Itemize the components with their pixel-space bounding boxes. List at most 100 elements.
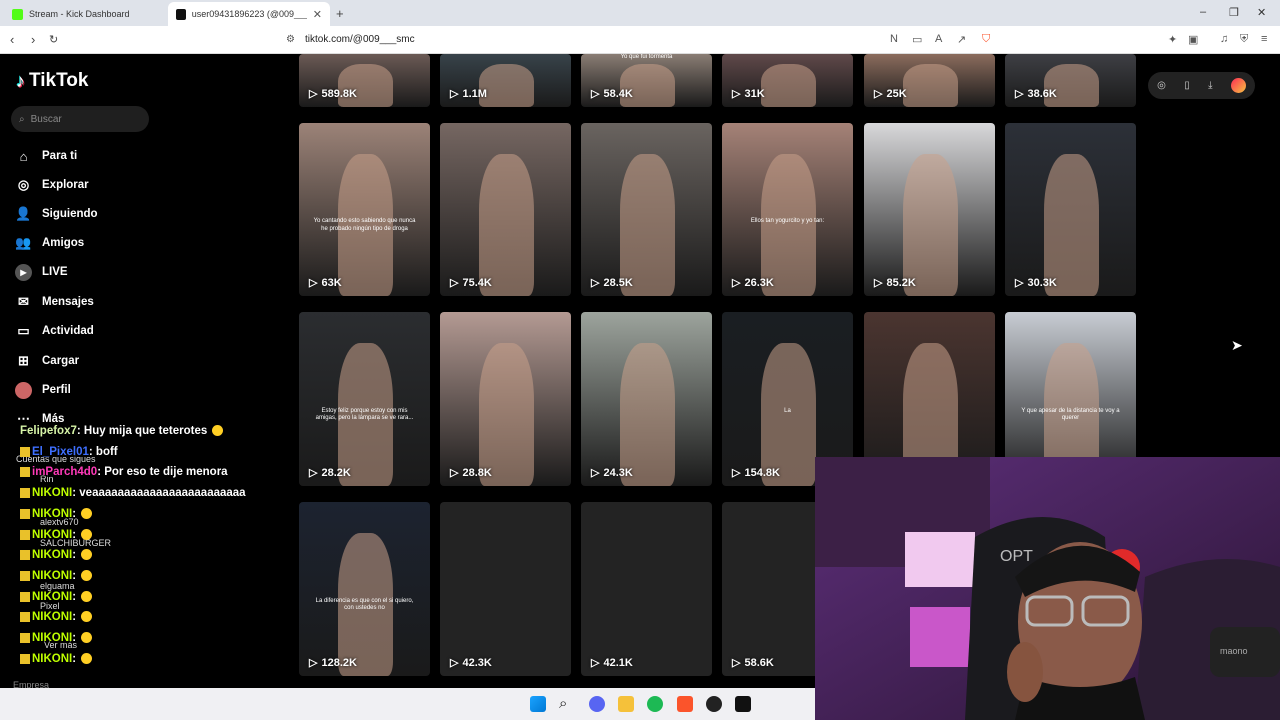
chat-username[interactable]: NIKONI <box>32 653 72 665</box>
nav-item-home[interactable]: ⌂ Para ti <box>15 145 78 167</box>
view-count-text: 26.3K <box>744 276 774 289</box>
chat-message: NIKONI: <box>20 508 93 520</box>
translate-icon[interactable]: A <box>935 33 942 45</box>
emote-icon <box>81 611 93 623</box>
chat-username[interactable]: NIKONI <box>32 570 72 582</box>
share-icon[interactable]: ↗ <box>957 33 966 46</box>
video-thumbnail[interactable]: ▷ 31K <box>722 54 853 107</box>
video-thumbnail[interactable]: ▷ 28.8K <box>440 312 571 486</box>
discord-icon[interactable] <box>589 696 605 712</box>
nav-item-messages[interactable]: ✉ Mensajes <box>15 291 94 313</box>
tiktok-logo[interactable]: ♪ TikTok <box>16 70 88 92</box>
chat-username[interactable]: imParch4d0 <box>32 466 97 478</box>
menu-icon[interactable]: ≡ <box>1261 33 1267 45</box>
media-icon[interactable]: ♫ <box>1220 33 1228 45</box>
play-icon: ▷ <box>450 88 459 100</box>
minimize-button[interactable]: – <box>1200 6 1206 18</box>
tab-title: user09431896223 (@009___smc <box>191 9 307 19</box>
nav-item-avatar[interactable]: ● Perfil <box>15 379 71 401</box>
play-icon: ▷ <box>732 88 741 100</box>
view-count-text: 28.8K <box>462 466 492 479</box>
extensions-icon[interactable]: ✦ <box>1168 33 1177 46</box>
video-thumbnail[interactable]: ▷ 25K <box>864 54 995 107</box>
thumbnail-figure <box>338 63 394 107</box>
reload-icon[interactable]: ↻ <box>49 33 58 46</box>
nav-item-activity[interactable]: ▭ Actividad <box>15 320 93 342</box>
thumbnail-figure <box>620 343 676 486</box>
chat-message: NIKONI: <box>20 611 93 623</box>
tab-tiktok-profile[interactable]: user09431896223 (@009___smc ✕ <box>168 2 330 26</box>
chat-username[interactable]: NIKONI <box>32 591 72 603</box>
search-input[interactable]: ⌕ Buscar <box>11 106 149 132</box>
video-thumbnail[interactable]: ▷ 75.4K <box>440 123 571 296</box>
site-info-icon[interactable]: ⚙ <box>286 34 295 45</box>
close-tab-icon[interactable]: ✕ <box>313 8 322 21</box>
video-thumbnail[interactable]: ▷ 42.1K <box>581 502 712 676</box>
nav-label: Amigos <box>42 237 85 249</box>
sidebar-toggle-icon[interactable]: ▣ <box>1188 33 1198 46</box>
chat-username[interactable]: Felipefox7 <box>20 425 77 437</box>
close-window-button[interactable]: ✕ <box>1257 6 1266 19</box>
obs-icon[interactable] <box>706 696 722 712</box>
video-thumbnail[interactable]: Estoy feliz porque estoy con mis amigas,… <box>299 312 430 486</box>
reader-icon[interactable]: Ν <box>890 33 898 45</box>
home-icon: ⌂ <box>19 148 28 164</box>
video-thumbnail[interactable]: Ellos tan yogurcito y yo tan: ▷ 26.3K <box>722 123 853 296</box>
chat-text: : Huy mija que teterotes <box>76 425 208 437</box>
video-thumbnail[interactable]: ▷ 30.3K <box>1005 123 1136 296</box>
spotify-icon[interactable] <box>647 696 663 712</box>
nav-item-friends[interactable]: 👥 Amigos <box>15 232 84 254</box>
video-thumbnail[interactable]: La diferencia es que con el si quiero, c… <box>299 502 430 676</box>
tab-kick-dashboard[interactable]: Stream - Kick Dashboard <box>4 2 166 26</box>
webcam-feed: OPT maono <box>815 457 1280 720</box>
play-icon: ▷ <box>874 277 883 289</box>
tab-title: Stream - Kick Dashboard <box>29 9 130 19</box>
start-menu-icon[interactable] <box>530 696 546 712</box>
vpn-icon[interactable]: ⛨ <box>1240 33 1248 46</box>
following-account[interactable]: elguama <box>40 581 75 591</box>
view-count-text: 128.2K <box>321 656 357 669</box>
brave-browser-icon[interactable] <box>677 696 693 712</box>
cast-icon[interactable]: ▭ <box>912 33 922 46</box>
explore-icon[interactable]: ◎ <box>1157 80 1166 91</box>
video-thumbnail[interactable]: ▷ 85.2K <box>864 123 995 296</box>
file-explorer-icon[interactable] <box>618 696 634 712</box>
video-thumbnail[interactable]: Yo cantando esto sabiendo que nunca he p… <box>299 123 430 296</box>
view-count-text: 28.5K <box>603 276 633 289</box>
device-icon[interactable]: ▯ <box>1184 80 1190 91</box>
taskbar-search-icon[interactable]: ⌕ <box>559 696 575 712</box>
video-thumbnail[interactable]: ▷ 24.3K <box>581 312 712 486</box>
chat-username[interactable]: NIKONI <box>32 611 72 623</box>
video-thumbnail[interactable]: ▷ 589.8K <box>299 54 430 107</box>
video-thumbnail[interactable]: ▷ 38.6K <box>1005 54 1136 107</box>
chat-username[interactable]: El_Pixel01 <box>32 446 89 458</box>
download-icon[interactable]: ⤓ <box>1208 80 1212 91</box>
back-icon[interactable]: ‹ <box>10 32 14 47</box>
video-thumbnail[interactable]: ▷ 28.5K <box>581 123 712 296</box>
chat-username[interactable]: NIKONI <box>32 632 72 644</box>
chat-username[interactable]: NIKONI <box>32 508 72 520</box>
nav-item-compass[interactable]: ◎ Explorar <box>15 174 89 196</box>
brave-shield-icon[interactable]: ⛉ <box>982 33 990 46</box>
url-field[interactable]: tiktok.com/@009___smc <box>305 34 415 45</box>
chat-username[interactable]: NIKONI <box>32 529 72 541</box>
chat-username[interactable]: NIKONI <box>32 487 72 499</box>
friends-icon: 👥 <box>15 235 32 250</box>
video-thumbnail[interactable]: ▷ 42.3K <box>440 502 571 676</box>
video-thumbnail[interactable]: Yo que fui tormenta ▷ 58.4K <box>581 54 712 107</box>
thumbnail-figure <box>479 154 535 296</box>
nav-item-upload[interactable]: ⊞ Cargar <box>15 350 79 372</box>
profile-avatar[interactable] <box>1230 78 1246 93</box>
search-icon: ⌕ <box>19 113 25 125</box>
chat-username[interactable]: NIKONI <box>32 549 72 561</box>
maximize-button[interactable]: ❐ <box>1229 6 1239 19</box>
new-tab-button[interactable]: + <box>336 6 344 21</box>
view-count: ▷ 1.1M <box>450 87 487 101</box>
play-icon: ▷ <box>591 657 600 669</box>
forward-icon[interactable]: › <box>31 32 35 47</box>
nav-item-live[interactable]: ▶ LIVE <box>15 261 68 283</box>
video-thumbnail[interactable]: ▷ 1.1M <box>440 54 571 107</box>
nav-item-following[interactable]: 👤 Siguiendo <box>15 203 97 225</box>
chat-text: : <box>72 632 77 644</box>
tiktok-app-icon[interactable] <box>735 696 751 712</box>
